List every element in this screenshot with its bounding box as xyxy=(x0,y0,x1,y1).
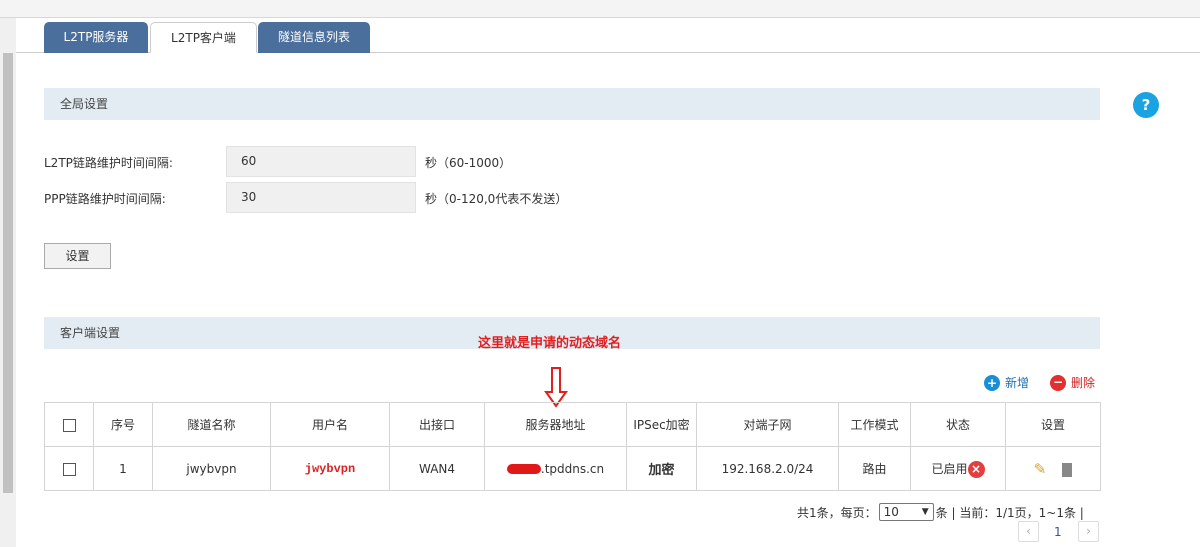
select-all-checkbox[interactable] xyxy=(62,418,76,432)
l2tp-interval-input[interactable]: 60 xyxy=(226,146,416,177)
client-table: 序号 隧道名称 用户名 出接口 服务器地址 IPSec加密 对端子网 工作模式 … xyxy=(44,402,1101,491)
total-text: 共1条，每页： xyxy=(797,505,877,520)
ppp-interval-label: PPP链路维护时间间隔: xyxy=(44,192,166,206)
col-index: 序号 xyxy=(93,402,153,447)
status-text: 已启用 xyxy=(931,461,968,476)
ppp-interval-hint: 秒（0-120,0代表不发送） xyxy=(425,192,568,206)
scrollbar-thumb[interactable] xyxy=(3,53,13,493)
col-user: 用户名 xyxy=(270,402,390,447)
plus-icon: + xyxy=(984,374,1000,391)
cell-iface: WAN4 xyxy=(389,446,485,491)
minus-icon: − xyxy=(1050,374,1066,391)
delete-button[interactable]: − 删除 xyxy=(1050,374,1095,391)
row-checkbox[interactable] xyxy=(62,462,76,476)
cell-tunnel: jwybvpn xyxy=(152,446,271,491)
next-page-button[interactable]: › xyxy=(1078,521,1099,542)
top-strip xyxy=(0,0,1200,18)
add-label: 新增 xyxy=(1005,376,1030,390)
col-status: 状态 xyxy=(910,402,1006,447)
per-page-select[interactable]: 10 ▼ xyxy=(878,503,934,521)
edit-pencil-icon[interactable]: ✎ xyxy=(1034,460,1047,478)
tab-l2tp-server[interactable]: L2TP服务器 xyxy=(44,22,148,53)
redaction-mark xyxy=(506,464,541,474)
cell-status: 已启用 × xyxy=(910,446,1006,491)
cell-server: .tpddns.cn xyxy=(484,446,627,491)
table-header-row: 序号 隧道名称 用户名 出接口 服务器地址 IPSec加密 对端子网 工作模式 … xyxy=(44,402,1101,447)
global-settings-header: 全局设置 xyxy=(44,88,1100,120)
per-page-value: 10 xyxy=(883,505,899,519)
l2tp-interval-label: L2TP链路维护时间间隔: xyxy=(44,156,173,170)
cell-index: 1 xyxy=(93,446,153,491)
delete-label: 删除 xyxy=(1071,376,1096,390)
set-button[interactable]: 设置 xyxy=(44,243,111,269)
col-ipsec: IPSec加密 xyxy=(626,402,697,447)
help-icon[interactable]: ? xyxy=(1133,92,1159,118)
cell-mode: 路由 xyxy=(838,446,911,491)
ppp-interval-input[interactable]: 30 xyxy=(226,182,416,213)
col-server: 服务器地址 xyxy=(484,402,627,447)
chevron-down-icon: ▼ xyxy=(921,507,929,517)
pagination-info: 共1条，每页： 10 ▼ 条 | 当前：1/1页，1~1条 | xyxy=(797,503,1084,521)
l2tp-interval-hint: 秒（60-1000） xyxy=(425,156,512,170)
server-text: .tpddns.cn xyxy=(540,461,605,476)
tab-l2tp-client[interactable]: L2TP客户端 xyxy=(150,22,257,53)
col-subnet: 对端子网 xyxy=(696,402,839,447)
col-tunnel: 隧道名称 xyxy=(152,402,271,447)
disable-icon[interactable]: × xyxy=(967,460,985,478)
col-iface: 出接口 xyxy=(389,402,485,447)
add-button[interactable]: + 新增 xyxy=(984,374,1029,391)
table-row: 1 jwybvpn jwybvpn WAN4 .tpddns.cn 加密 192… xyxy=(44,446,1101,491)
cell-user: jwybvpn xyxy=(270,446,390,491)
page-status-text: 条 | 当前：1/1页，1~1条 | xyxy=(935,505,1084,520)
prev-page-button[interactable]: ‹ xyxy=(1018,521,1039,542)
annotation-text: 这里就是申请的动态域名 xyxy=(478,336,622,351)
tab-tunnel-list[interactable]: 隧道信息列表 xyxy=(258,22,370,53)
trash-icon[interactable] xyxy=(1062,463,1073,477)
col-mode: 工作模式 xyxy=(838,402,911,447)
page-number[interactable]: 1 xyxy=(1054,525,1062,539)
cell-ipsec: 加密 xyxy=(626,446,697,491)
col-settings: 设置 xyxy=(1005,402,1101,447)
cell-subnet: 192.168.2.0/24 xyxy=(696,446,839,491)
scrollbar[interactable] xyxy=(0,18,16,547)
cell-settings: ✎ xyxy=(1005,446,1101,491)
